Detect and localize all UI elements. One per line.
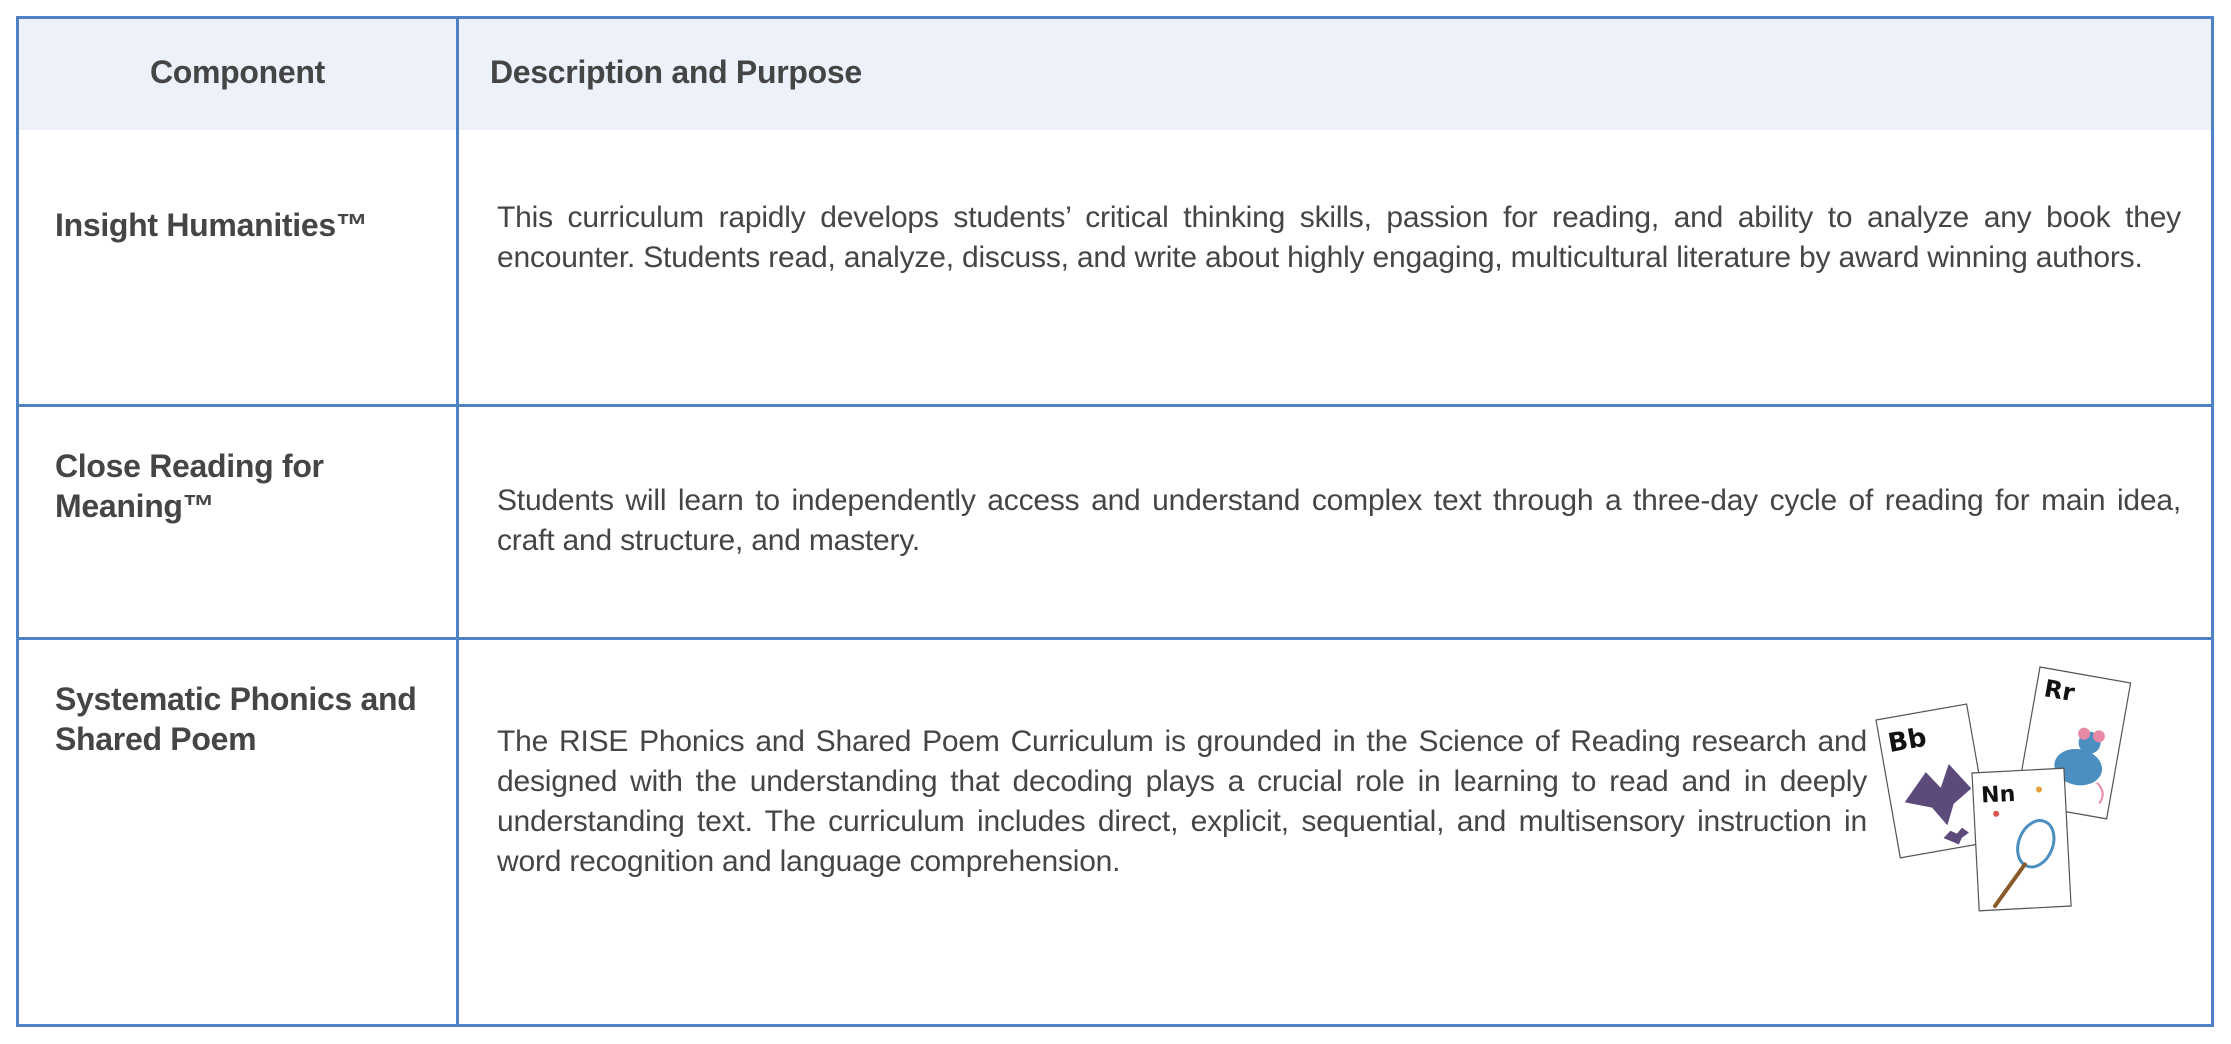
letter-card-nn-label: Nn [1981, 782, 2016, 809]
row-divider [19, 404, 2211, 407]
letter-card-rr-label: Rr [2042, 674, 2077, 707]
row-1-description: This curriculum rapidly develops student… [497, 201, 2181, 274]
header-component: Component [149, 54, 326, 90]
row-3-component: Systematic Phonics and Shared Poem [55, 681, 417, 757]
header-description: Description and Purpose [490, 54, 862, 90]
column-divider [456, 19, 459, 1024]
row-1-component: Insight Humanities™ [55, 207, 368, 243]
row-divider [19, 637, 2211, 640]
phonics-letter-cards-image: Rr Bb Nn [1875, 666, 2132, 912]
row-2-component: Close Reading for Meaning™ [55, 448, 324, 524]
row-2-description: Students will learn to independently acc… [497, 484, 2181, 557]
row-3-description: The RISE Phonics and Shared Poem Curricu… [497, 725, 1867, 878]
letter-card-nn: Nn [1971, 767, 2072, 912]
